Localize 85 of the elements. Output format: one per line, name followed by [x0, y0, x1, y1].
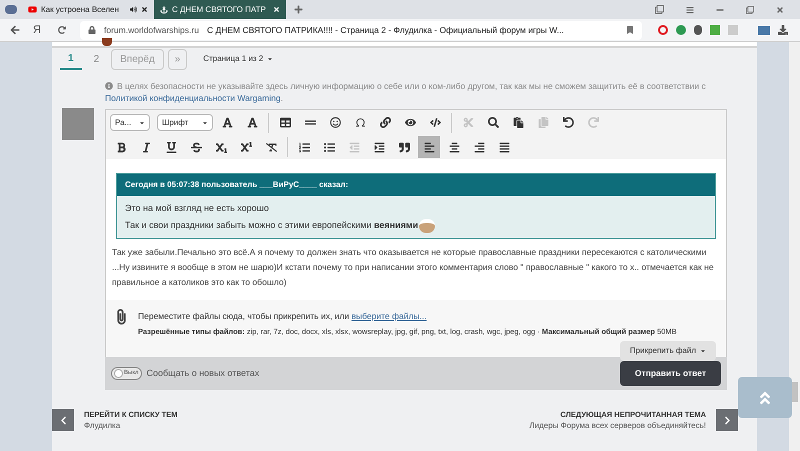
close-icon[interactable] — [273, 6, 280, 13]
app-logo-icon[interactable] — [5, 5, 17, 14]
numbered-list-icon — [298, 142, 310, 152]
choose-files-link[interactable]: выберите файлы... — [352, 311, 427, 321]
paste-icon — [512, 117, 524, 128]
browser-tab[interactable]: С ДНЕМ СВЯТОГО ПАТР — [154, 0, 286, 19]
privacy-notice: В целях безопасности не указывайте здесь личную информацию о себе или о ком-либо другом, так как мы не сможем защитить её в соответствии с Политикой конфиденциальности Wargaming. — [105, 80, 707, 104]
home-button[interactable]: Я — [30, 22, 44, 38]
address-field[interactable]: forum.worldofwarships.ru С ДНЕМ СВЯТОГО ПАТРИКА!!!! - Страница 2 - Флудилка - Официальный форум игры W... — [80, 20, 642, 40]
redo-icon — [588, 117, 598, 128]
url-text: forum.worldofwarships.ru — [104, 24, 199, 36]
bold-icon — [116, 142, 126, 152]
browser-tab[interactable]: Как устроена Вселен — [22, 0, 154, 19]
next-topic-button[interactable] — [716, 409, 738, 431]
info-icon — [105, 82, 113, 90]
forum-name[interactable]: Флудилка — [84, 420, 178, 432]
bullet-list-icon — [324, 142, 334, 152]
chevron-left-icon — [58, 416, 68, 424]
speaker-icon — [130, 6, 137, 13]
omega-icon — [354, 117, 366, 128]
double-up-icon — [757, 390, 773, 406]
quote-header: Сегодня в 05:07:38 пользователь ___ВиРуС____ сказал: — [117, 174, 715, 196]
align-left-icon — [424, 142, 434, 152]
underline-icon — [166, 142, 176, 152]
clear-format-icon — [266, 142, 276, 152]
page-link[interactable]: 1 — [60, 48, 82, 70]
format-dropdown[interactable]: Ра... — [110, 114, 150, 131]
back-icon[interactable] — [10, 25, 20, 35]
restore-icon[interactable] — [746, 6, 754, 14]
eye-icon — [404, 117, 416, 128]
privacy-link[interactable]: Политикой конфиденциальности Wargaming — [105, 93, 281, 103]
download-icon[interactable] — [778, 25, 788, 35]
toolbar-button[interactable] — [418, 136, 440, 158]
smiley-icon — [330, 117, 340, 128]
tab-title: С ДНЕМ СВЯТОГО ПАТР — [172, 4, 267, 16]
attach-hint: Переместите файлы сюда, чтобы прикрепить их, или выберите файлы... — [138, 310, 428, 323]
toggle-knob — [114, 369, 123, 378]
link-icon — [380, 117, 390, 128]
video-site-icon — [28, 5, 37, 14]
caret-icon — [202, 120, 208, 126]
page-title: С ДНЕМ СВЯТОГО ПАТРИКА!!!! - Страница 2 - Флудилка - Официальный форум игры W... — [206, 24, 564, 36]
caret-icon — [700, 348, 706, 354]
chevron-right-icon — [722, 416, 732, 424]
copy-icon — [538, 117, 548, 128]
menu-icon[interactable] — [686, 6, 694, 14]
caret-icon — [139, 120, 145, 126]
emblem-drawing — [102, 38, 112, 46]
notify-label: Сообщать о новых ответах — [146, 366, 260, 380]
tab-title: Как устроена Вселен — [41, 4, 120, 16]
lock-icon — [88, 26, 96, 34]
quote-line: Так и свои праздники забыть можно с этими европейскими веяниями — [125, 219, 418, 232]
search-icon — [488, 117, 498, 128]
anchor-icon — [160, 6, 168, 14]
font-dropdown[interactable]: Шрифт — [157, 114, 213, 131]
quote-line: Это на мой взгляд не есть хорошо — [125, 202, 269, 215]
table-icon — [280, 117, 290, 128]
next-topic-name[interactable]: Лидеры Форума всех серверов объединяйтесь! — [529, 420, 706, 432]
previous-topic-button[interactable] — [52, 409, 74, 431]
submit-button[interactable]: Отправить ответ — [620, 361, 721, 386]
undo-icon — [562, 117, 574, 128]
page-selector[interactable]: Страница 1 из 2 — [203, 53, 274, 65]
align-right-icon — [474, 142, 484, 152]
reply-text: Так уже забыли.Печально это всё.А я почему то должен знать что оказывается не которые православные праздники пересекаются с католическими ...Ну извините я вообще в этом не шарю)И кстати почему то при написании этого комментария слово " православные " какого то х.. отмечается как не правильное а католиков это как то обошло) — [112, 246, 715, 289]
text-color-icon — [222, 117, 232, 128]
reload-icon[interactable] — [58, 26, 66, 34]
quote-icon — [398, 142, 410, 152]
caret-icon — [267, 56, 274, 62]
new-tab-icon[interactable] — [294, 5, 303, 14]
close-icon[interactable] — [141, 6, 148, 13]
strikethrough-icon — [190, 142, 202, 152]
italic-icon — [140, 142, 152, 152]
tabs-icon[interactable] — [655, 5, 664, 14]
code-icon — [430, 117, 440, 128]
scissors-icon — [462, 117, 474, 128]
subscript-icon — [216, 142, 226, 152]
superscript-icon — [240, 142, 252, 152]
outdent-icon — [348, 142, 360, 152]
align-justify-icon — [498, 142, 510, 152]
align-center-icon — [448, 142, 460, 152]
avatar-placeholder — [62, 108, 94, 140]
attach-file-button[interactable]: Прикрепить файл — [620, 341, 716, 361]
background-color-icon — [246, 117, 258, 128]
extension-icon[interactable] — [758, 26, 770, 34]
indent-icon — [374, 142, 384, 152]
bookmark-icon[interactable] — [626, 26, 634, 34]
